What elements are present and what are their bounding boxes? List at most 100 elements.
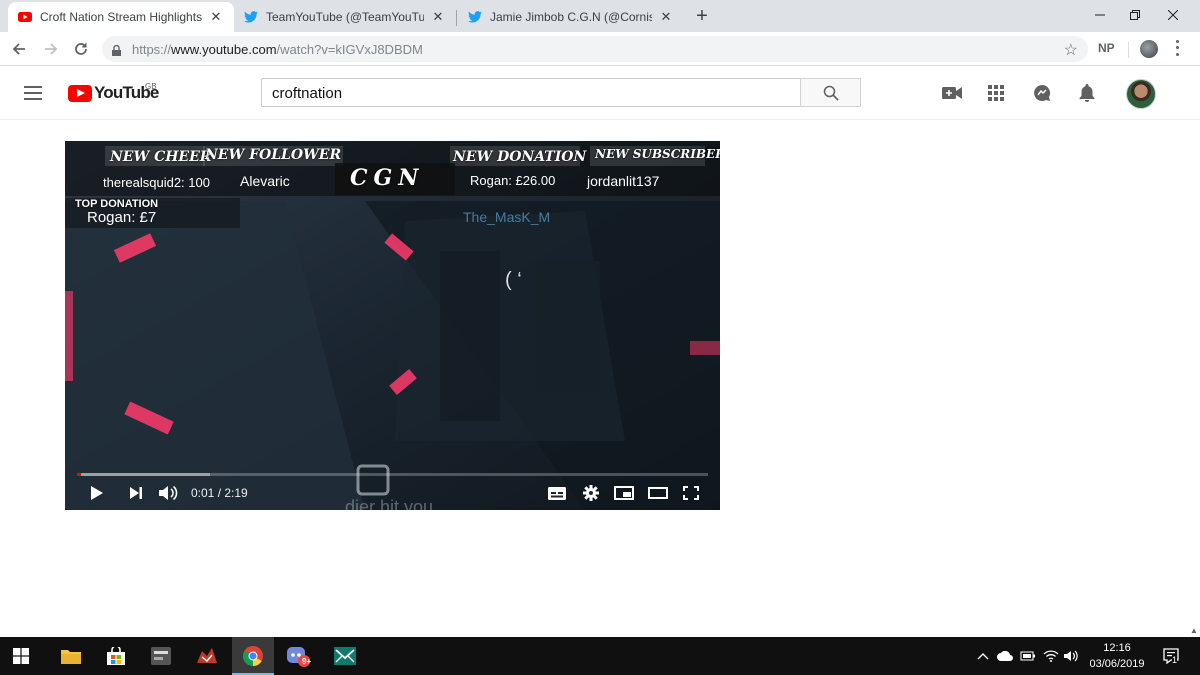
windows-logo-icon: [13, 648, 29, 664]
time-display: 0:01 / 2:19: [191, 486, 248, 500]
subtitles-button[interactable]: [545, 482, 569, 504]
back-button[interactable]: [6, 36, 32, 62]
close-icon: [1168, 10, 1178, 20]
close-icon[interactable]: ✕: [430, 9, 446, 25]
svg-text:( ‘: ( ‘: [505, 269, 522, 291]
action-center-icon[interactable]: 1: [1160, 647, 1182, 665]
onedrive-cloud-icon[interactable]: [997, 647, 1013, 665]
fullscreen-button[interactable]: [679, 482, 703, 504]
tab-croft-nation[interactable]: Croft Nation Stream Highlights: N ✕: [8, 2, 234, 32]
video-frame: ( ‘ dier hit you: [65, 141, 720, 510]
progress-played: [77, 473, 82, 476]
subtitles-icon: [548, 486, 566, 500]
reload-icon: [75, 43, 87, 55]
taskbar-discord[interactable]: 9+: [278, 637, 320, 675]
minimize-icon: [1095, 14, 1105, 16]
url-path: /watch?v=kIGVxJ8DBDM: [276, 42, 423, 57]
taskbar-app-mail[interactable]: [324, 637, 366, 675]
create-video-icon[interactable]: [941, 82, 963, 104]
app-window-icon: [151, 647, 171, 665]
browser-tab-strip: Croft Nation Stream Highlights: N ✕ Team…: [0, 0, 1200, 32]
gear-icon: [583, 485, 599, 501]
tab-teamyoutube[interactable]: TeamYouTube (@TeamYouTube) | ✕: [234, 2, 456, 32]
speaker-volume-icon[interactable]: [1064, 647, 1080, 665]
search-input-value: croftnation: [272, 85, 343, 102]
chrome-icon: [243, 646, 263, 666]
url-scheme: https://: [132, 42, 172, 57]
tab-jamie-jimbob[interactable]: Jamie Jimbob C.G.N (@CornishG ✕: [458, 2, 684, 32]
dragon-game-icon: [197, 648, 217, 663]
taskbar-chrome[interactable]: [232, 637, 274, 675]
fullscreen-icon: [683, 486, 699, 500]
youtube-logo[interactable]: YouTube GB: [68, 82, 159, 103]
tray-show-hidden-icon[interactable]: [975, 647, 991, 665]
url-text: https://www.youtube.com/watch?v=kIGVxJ8D…: [132, 42, 423, 57]
settings-button[interactable]: [579, 482, 603, 504]
discord-badge: 9+: [302, 657, 312, 666]
close-icon[interactable]: ✕: [208, 9, 224, 25]
forward-arrow-icon: [45, 43, 58, 55]
progress-buffered: [77, 473, 210, 476]
play-icon: [91, 486, 103, 500]
restore-icon: [1130, 10, 1140, 20]
next-button[interactable]: [124, 482, 148, 504]
bookmark-star-icon[interactable]: ☆: [1064, 40, 1078, 60]
notifications-bell-icon[interactable]: [1076, 82, 1098, 104]
hamburger-menu-icon[interactable]: [24, 86, 42, 100]
background-username: The_MasK_M: [463, 209, 551, 225]
start-button[interactable]: [0, 637, 42, 675]
new-tab-button[interactable]: +: [690, 4, 714, 28]
address-bar[interactable]: https://www.youtube.com/watch?v=kIGVxJ8D…: [102, 36, 1088, 62]
tab-label: Jamie Jimbob C.G.N (@CornishG: [490, 10, 652, 24]
reload-button[interactable]: [68, 36, 94, 62]
store-bag-icon: [107, 647, 125, 665]
new-cheer-label: NEW CHEER: [110, 149, 212, 165]
top-donation-value: Rogan: £7: [87, 209, 157, 226]
twitter-icon: [468, 10, 482, 24]
mail-app-icon: [334, 647, 356, 665]
apps-grid-icon[interactable]: [985, 82, 1007, 104]
taskbar-game-app[interactable]: [186, 637, 228, 675]
user-avatar[interactable]: [1126, 79, 1156, 109]
notification-count: 1: [1172, 655, 1178, 665]
browser-profile-avatar[interactable]: [1140, 40, 1158, 58]
youtube-header: YouTube GB croftnation: [0, 67, 1200, 120]
new-subscriber-value: jordanlit137: [587, 173, 660, 189]
cgn-logo-text: CGN: [350, 165, 425, 191]
messages-icon[interactable]: [1031, 82, 1053, 104]
url-host: www.youtube.com: [171, 42, 277, 57]
close-window-button[interactable]: [1150, 0, 1196, 30]
video-player[interactable]: ( ‘ dier hit you NEW CHEER therealsquid2…: [65, 141, 720, 510]
browser-menu-icon[interactable]: [1172, 38, 1182, 58]
taskbar-clock[interactable]: 12:16 03/06/2019: [1085, 640, 1149, 672]
extension-np[interactable]: NP: [1098, 41, 1115, 55]
svg-text:dier hit you: dier hit you: [345, 497, 433, 510]
new-donation-value: Rogan: £26.00: [470, 173, 556, 188]
close-icon[interactable]: ✕: [658, 9, 674, 25]
lock-icon: [112, 43, 121, 61]
battery-icon[interactable]: [1020, 647, 1036, 665]
clock-date: 03/06/2019: [1089, 658, 1145, 670]
play-button[interactable]: [85, 482, 109, 504]
clock-time: 12:16: [1103, 642, 1131, 654]
taskbar-file-explorer[interactable]: [50, 637, 92, 675]
back-arrow-icon: [12, 43, 25, 55]
browser-toolbar: https://www.youtube.com/watch?v=kIGVxJ8D…: [0, 32, 1200, 66]
taskbar-store[interactable]: [95, 637, 137, 675]
scrollbar-up-arrow-icon[interactable]: ▲: [1188, 626, 1200, 636]
theater-mode-button[interactable]: [646, 482, 670, 504]
new-follower-value: Alevaric: [240, 173, 290, 189]
search-button[interactable]: [800, 78, 861, 107]
windows-taskbar: 9+ 1: [0, 637, 1200, 675]
new-donation-label: NEW DONATION: [453, 149, 587, 165]
wifi-icon[interactable]: [1043, 647, 1059, 665]
miniplayer-button[interactable]: [612, 482, 636, 504]
forward-button[interactable]: [38, 36, 64, 62]
video-progress-bar[interactable]: [77, 473, 708, 476]
next-icon: [130, 487, 142, 499]
taskbar-app-dark[interactable]: [140, 637, 182, 675]
search-input[interactable]: croftnation: [261, 78, 801, 107]
volume-button[interactable]: [157, 482, 181, 504]
tab-separator: [456, 10, 457, 26]
toolbar-separator: [1128, 42, 1129, 58]
